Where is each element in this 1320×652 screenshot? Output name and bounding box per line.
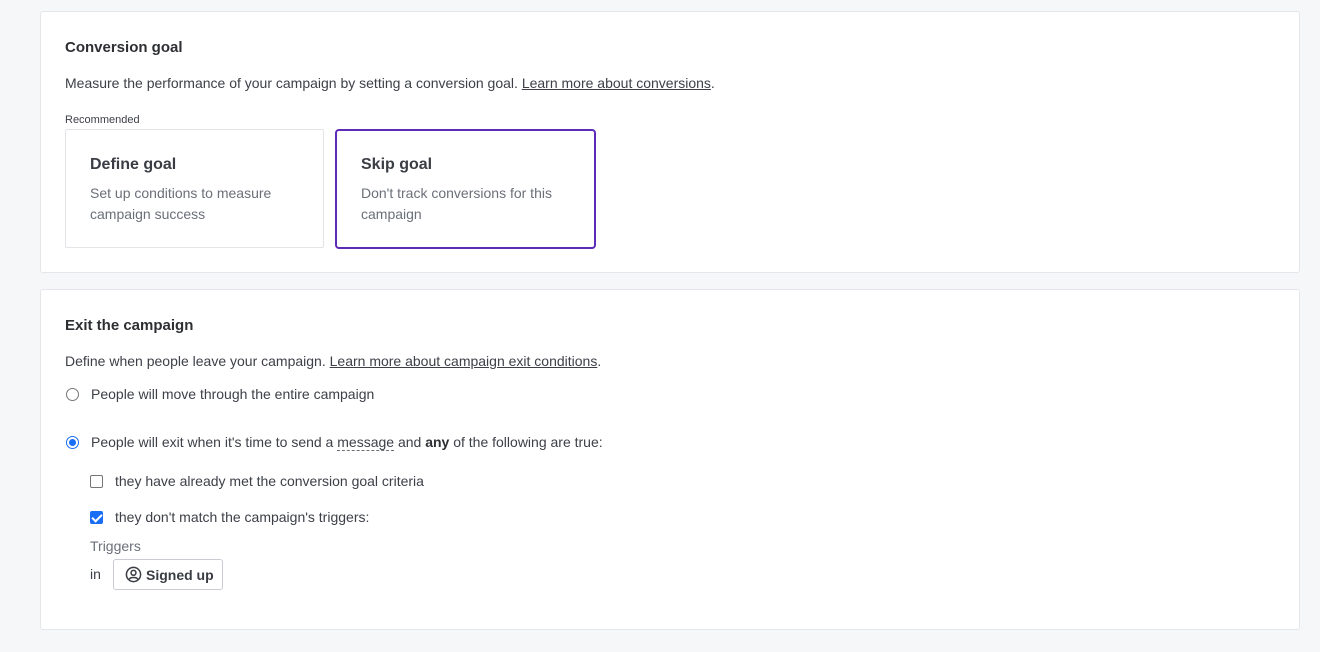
- exit-campaign-description: Define when people leave your campaign. …: [65, 353, 602, 369]
- define-goal-description: Set up conditions to measure campaign su…: [90, 185, 272, 222]
- conversion-goal-title: Conversion goal: [65, 39, 183, 56]
- exit-option-2-label: People will exit when it's time to send …: [91, 434, 603, 451]
- recommended-label: Recommended: [65, 114, 140, 126]
- signed-up-label: Signed up: [146, 566, 214, 583]
- conversion-goal-panel: Conversion goal Measure the performance …: [40, 11, 1300, 273]
- signed-up-trigger-button[interactable]: Signed up: [113, 559, 223, 590]
- define-goal-title: Define goal: [90, 156, 177, 173]
- exit-option-entire-campaign[interactable]: People will move through the entire camp…: [66, 386, 374, 402]
- skip-goal-card[interactable]: Skip goal Don't track conversions for th…: [335, 129, 596, 249]
- radio-exit-conditions[interactable]: [66, 435, 79, 449]
- radio-entire-campaign[interactable]: [66, 387, 79, 401]
- skip-goal-title: Skip goal: [361, 156, 433, 173]
- check-dont-match-label: they don't match the campaign's triggers…: [115, 509, 370, 525]
- define-goal-card[interactable]: Define goal Set up conditions to measure…: [65, 129, 324, 248]
- checkbox-met-conversion-goal[interactable]: [90, 474, 103, 488]
- in-label: in: [90, 566, 101, 582]
- learn-more-conversions-link[interactable]: Learn more about conversions: [522, 75, 711, 91]
- check-dont-match-triggers[interactable]: they don't match the campaign's triggers…: [90, 509, 369, 525]
- learn-more-exit-link[interactable]: Learn more about campaign exit condition…: [330, 353, 598, 369]
- user-circle-icon: [125, 566, 142, 583]
- message-term: message: [337, 434, 395, 451]
- check-met-conversion-goal[interactable]: they have already met the conversion goa…: [90, 473, 424, 489]
- checkbox-dont-match-triggers[interactable]: [90, 510, 103, 524]
- check-met-conversion-label: they have already met the conversion goa…: [115, 473, 424, 489]
- exit-option-conditions[interactable]: People will exit when it's time to send …: [66, 434, 603, 451]
- exit-option-1-label: People will move through the entire camp…: [91, 386, 375, 402]
- exit-campaign-title: Exit the campaign: [65, 317, 194, 334]
- exit-campaign-panel: Exit the campaign Define when people lea…: [40, 289, 1300, 630]
- conversion-goal-description: Measure the performance of your campaign…: [65, 75, 715, 91]
- skip-goal-description: Don't track conversions for this campaig…: [361, 185, 552, 222]
- triggers-label: Triggers: [90, 538, 141, 554]
